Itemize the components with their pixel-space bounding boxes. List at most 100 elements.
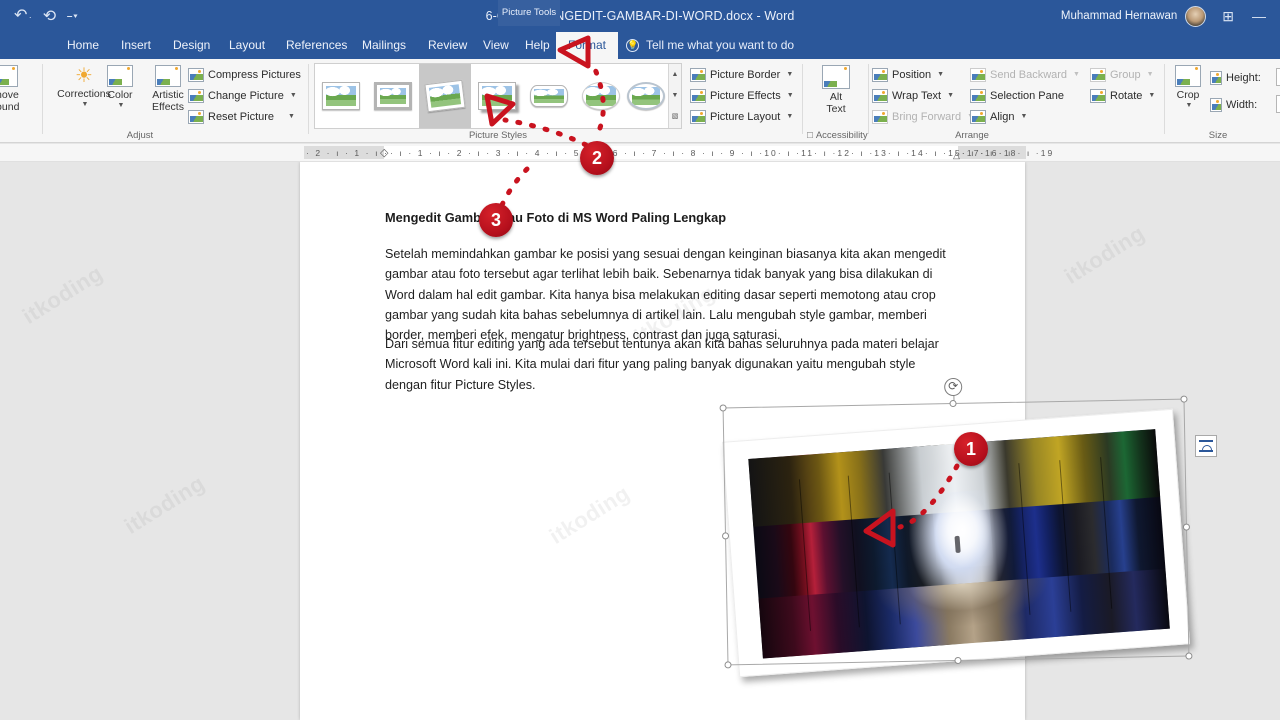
picture-layout-button[interactable]: Picture Layout ▼ <box>690 108 793 125</box>
picture-border-caret-icon[interactable]: ▼ <box>786 71 793 78</box>
width-input[interactable]: 12. <box>1276 95 1280 113</box>
compress-pictures-icon <box>188 67 204 82</box>
compress-pictures-label: Compress Pictures <box>208 68 301 81</box>
change-picture-caret-icon[interactable]: ▼ <box>290 92 297 99</box>
layout-options-button[interactable] <box>1195 435 1217 457</box>
align-label: Align <box>990 110 1015 123</box>
document-paragraph-2: Dari semua fitur editing yang ada terseb… <box>385 337 939 392</box>
wrap-text-label: Wrap Text <box>892 89 942 102</box>
picture-style-2[interactable] <box>367 64 419 128</box>
tab-help[interactable]: Help <box>516 32 559 59</box>
sun-icon: ☀ <box>75 65 93 87</box>
tab-insert[interactable]: Insert <box>112 32 160 59</box>
alt-text-button[interactable]: Alt Text <box>808 65 864 115</box>
rotate-button[interactable]: Rotate ▼ <box>1090 87 1155 104</box>
document-canvas: itkoding itkoding itkoding itkoding itko… <box>0 162 1280 720</box>
align-button[interactable]: Align ▼ <box>970 108 1027 125</box>
group-label-size: Size <box>1208 130 1228 141</box>
ribbon-group-accessibility: Alt Text ☐ Accessibility <box>806 59 868 143</box>
bring-forward-label: Bring Forward <box>892 110 962 123</box>
resize-handle-top-center[interactable] <box>949 399 957 408</box>
height-label: Height: <box>1226 71 1261 84</box>
send-backward-caret-icon: ▼ <box>1073 71 1080 78</box>
indent-marker-right[interactable]: △ <box>953 150 960 161</box>
watermark: itkoding <box>17 260 108 329</box>
picture-style-5[interactable] <box>523 64 575 128</box>
tab-mailings[interactable]: Mailings <box>353 32 415 59</box>
picture-style-4[interactable] <box>471 64 523 128</box>
tab-layout[interactable]: Layout <box>220 32 274 59</box>
picture-style-3-rotated-white[interactable] <box>419 64 471 128</box>
reset-picture-caret-icon[interactable]: ▼ <box>288 113 295 120</box>
reset-picture-button[interactable]: Reset Picture ▼ <box>188 108 295 125</box>
change-picture-icon <box>188 88 204 103</box>
color-button[interactable]: Color ▼ <box>100 65 140 109</box>
gallery-scroll-up-icon[interactable]: ▲ <box>669 64 681 85</box>
group-label: Group <box>1110 68 1141 81</box>
resize-handle-bottom-right[interactable] <box>1185 652 1193 660</box>
rotate-caret-icon[interactable]: ▼ <box>1148 92 1155 99</box>
alt-text-label-1: Alt <box>829 91 843 103</box>
position-caret-icon[interactable]: ▼ <box>937 71 944 78</box>
group-label-adjust: Adjust <box>126 130 154 141</box>
minimize-icon[interactable]: — <box>1252 8 1266 24</box>
ribbon-group-picture-tools: Picture Border ▼ Picture Effects ▼ Pictu… <box>690 59 800 143</box>
width-icon <box>1210 97 1222 112</box>
user-avatar[interactable] <box>1185 5 1207 27</box>
ruler-left-marks: · 2 · ı · 1 · ı · <box>306 148 389 158</box>
position-icon <box>872 67 888 82</box>
picture-style-1[interactable] <box>315 64 367 128</box>
resize-handle-top-left[interactable] <box>719 404 727 412</box>
crop-caret-icon[interactable]: ▼ <box>1168 102 1210 109</box>
gallery-scrollbar[interactable]: ▲ ▼ ▧ <box>668 64 681 128</box>
compress-pictures-button[interactable]: Compress Pictures <box>188 66 301 83</box>
rotate-label: Rotate <box>1110 89 1143 102</box>
tab-home[interactable]: Home <box>58 32 108 59</box>
indent-marker-left[interactable]: ◇ <box>380 146 388 159</box>
picture-effects-label: Picture Effects <box>710 89 781 102</box>
crop-button[interactable]: Crop ▼ <box>1166 65 1210 109</box>
change-picture-label: Change Picture <box>208 89 284 102</box>
user-name[interactable]: Muhammad Hernawan <box>1061 10 1177 22</box>
picture-style-7[interactable] <box>620 64 672 128</box>
selection-pane-button[interactable]: Selection Pane <box>970 87 1064 104</box>
tab-review[interactable]: Review <box>419 32 476 59</box>
tab-format[interactable]: Format <box>556 32 618 59</box>
bring-forward-button: Bring Forward ▼ <box>872 108 974 125</box>
rotate-icon <box>1090 88 1106 103</box>
tab-view[interactable]: View <box>474 32 518 59</box>
ruler-right-marks: ·17· ı ·18· ı ·19 <box>962 148 1055 158</box>
picture-layout-caret-icon[interactable]: ▼ <box>786 113 793 120</box>
remove-background-button[interactable]: move round <box>0 65 34 113</box>
picture-border-button[interactable]: Picture Border ▼ <box>690 66 793 83</box>
wrap-text-caret-icon[interactable]: ▼ <box>947 92 954 99</box>
resize-handle-middle-right[interactable] <box>1182 523 1191 531</box>
align-caret-icon[interactable]: ▼ <box>1020 113 1027 120</box>
picture-effects-caret-icon[interactable]: ▼ <box>787 92 794 99</box>
picture-effects-button[interactable]: Picture Effects ▼ <box>690 87 794 104</box>
document-page[interactable]: itkoding itkoding itkoding Mengedit Gamb… <box>300 162 1217 720</box>
change-picture-button[interactable]: Change Picture ▼ <box>188 87 297 104</box>
resize-handle-bottom-left[interactable] <box>724 661 732 669</box>
annotation-badge-2: 2 <box>580 141 614 175</box>
tab-design[interactable]: Design <box>164 32 219 59</box>
picture-styles-gallery[interactable]: ▲ ▼ ▧ <box>314 63 682 129</box>
ribbon-display-options-icon[interactable]: ⊞ <box>1222 8 1234 25</box>
gallery-scroll-down-icon[interactable]: ▼ <box>669 85 681 106</box>
wrap-text-button[interactable]: Wrap Text ▼ <box>872 87 954 104</box>
remove-background-icon <box>0 65 18 87</box>
picture-layout-label: Picture Layout <box>710 110 781 123</box>
resize-handle-middle-left[interactable] <box>721 532 730 540</box>
group-button: Group ▼ <box>1090 66 1154 83</box>
tab-references[interactable]: References <box>277 32 356 59</box>
resize-handle-bottom-center[interactable] <box>954 656 962 665</box>
position-button[interactable]: Position ▼ <box>872 66 944 83</box>
tell-me-box[interactable]: Tell me what you want to do <box>646 32 794 59</box>
color-caret-icon[interactable]: ▼ <box>102 102 140 109</box>
resize-handle-top-right[interactable] <box>1180 395 1188 403</box>
send-backward-label: Send Backward <box>990 68 1068 81</box>
picture-layout-icon <box>690 109 706 124</box>
height-input[interactable]: 6.6 <box>1276 68 1280 86</box>
dialog-launcher-icon[interactable]: ☐ <box>806 131 815 140</box>
gallery-more-icon[interactable]: ▧ <box>669 106 681 127</box>
